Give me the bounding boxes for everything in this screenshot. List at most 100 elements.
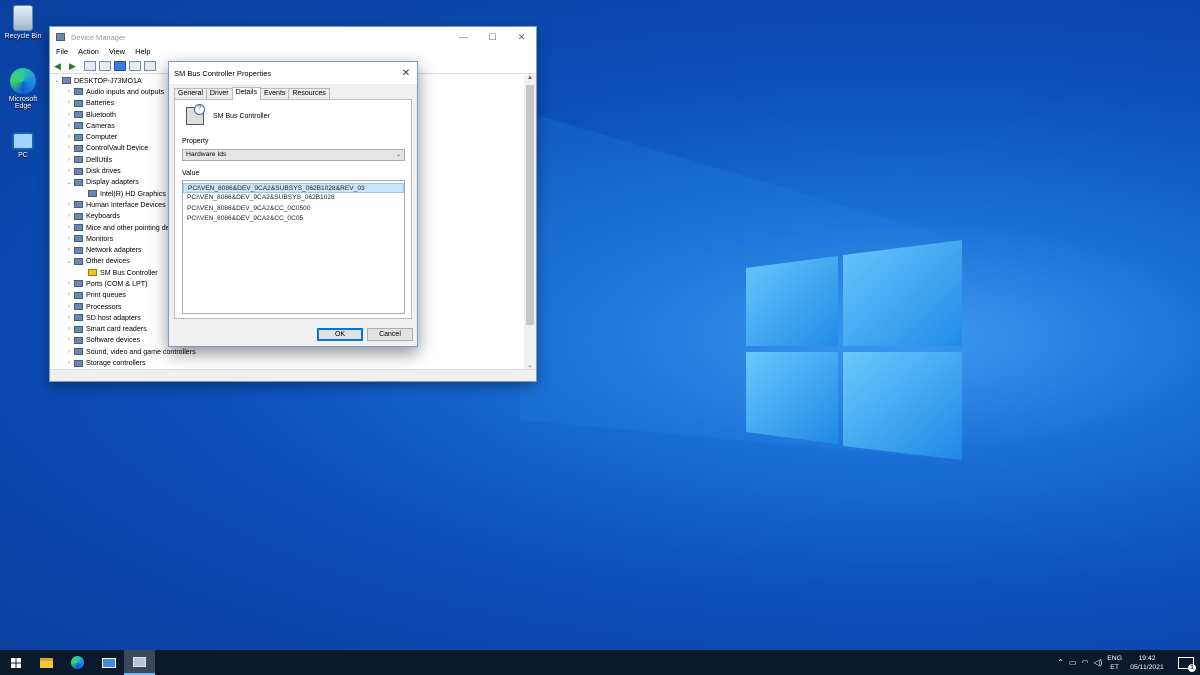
taskbar: ⌃ ▭ ◠ ◁) ENG ET 19:42 05/11/2021 1: [0, 650, 1200, 675]
chevron-right-icon[interactable]: ›: [64, 337, 74, 343]
property-dropdown[interactable]: Hardware Ids ⌄: [182, 149, 405, 161]
clock[interactable]: 19:42 05/11/2021: [1127, 654, 1167, 672]
chevron-right-icon[interactable]: ›: [64, 123, 74, 129]
mail-icon: [101, 657, 116, 668]
menu-action[interactable]: Action: [78, 47, 99, 58]
show-hide-action-pane-icon[interactable]: [129, 60, 141, 71]
desktop-icon-pc[interactable]: PC: [0, 132, 46, 159]
forward-arrow-icon[interactable]: ▶: [69, 61, 81, 71]
scroll-down-icon[interactable]: ⌄: [524, 362, 536, 369]
menu-bar: File Action View Help: [50, 47, 536, 58]
value-row[interactable]: PCI\VEN_8086&DEV_9CA2&SUBSYS_062B1028&RE…: [183, 183, 404, 194]
tree-node[interactable]: › Storage controllers: [50, 357, 526, 368]
scrollbar-thumb[interactable]: [526, 85, 534, 325]
software-device-icon: [74, 336, 83, 344]
input-language[interactable]: ENG ET: [1107, 654, 1122, 672]
dialog-titlebar[interactable]: SM Bus Controller Properties ✕: [169, 62, 417, 84]
unknown-device-icon: [186, 104, 205, 125]
start-button[interactable]: [0, 650, 31, 675]
port-icon: [74, 280, 83, 288]
smart-card-icon: [74, 325, 83, 333]
properties-icon[interactable]: [99, 60, 111, 71]
chevron-right-icon[interactable]: ›: [64, 225, 74, 231]
show-hide-console-tree-icon[interactable]: [84, 60, 96, 71]
chevron-right-icon[interactable]: ›: [64, 349, 74, 355]
property-selected-value: Hardware Ids: [186, 151, 227, 158]
dialog-close-button[interactable]: ✕: [395, 68, 417, 79]
property-label: Property: [182, 138, 209, 145]
chevron-right-icon[interactable]: ›: [64, 157, 74, 163]
device-icon: [74, 144, 83, 152]
dialog-title: SM Bus Controller Properties: [174, 68, 272, 78]
close-button[interactable]: ✕: [507, 32, 536, 43]
tab-events[interactable]: Events: [259, 88, 290, 99]
taskbar-file-explorer[interactable]: [31, 650, 62, 675]
monitor-icon[interactable]: [144, 60, 156, 71]
chevron-up-icon[interactable]: ⌃: [1057, 658, 1064, 667]
computer-icon: [74, 133, 83, 141]
chevron-right-icon[interactable]: ›: [64, 292, 74, 298]
help-icon[interactable]: [114, 60, 126, 71]
taskbar-device-manager[interactable]: [124, 650, 155, 675]
device-manager-titlebar[interactable]: Device Manager — ☐ ✕: [50, 27, 536, 47]
chevron-right-icon[interactable]: ›: [64, 145, 74, 151]
chevron-right-icon[interactable]: ›: [64, 247, 74, 253]
minimize-button[interactable]: —: [449, 32, 478, 43]
chevron-right-icon[interactable]: ›: [64, 202, 74, 208]
ok-button[interactable]: OK: [317, 328, 363, 341]
back-arrow-icon[interactable]: ◀: [54, 61, 66, 71]
tab-details[interactable]: Details: [231, 87, 261, 100]
chevron-right-icon[interactable]: ›: [64, 134, 74, 140]
properties-dialog[interactable]: SM Bus Controller Properties ✕ General D…: [168, 61, 418, 347]
disk-icon: [74, 167, 83, 175]
value-label: Value: [182, 170, 200, 177]
desktop-icon-recycle-bin[interactable]: Recycle Bin: [0, 5, 46, 40]
volume-icon[interactable]: ◁): [1093, 658, 1102, 667]
chevron-right-icon[interactable]: ›: [64, 236, 74, 242]
camera-icon: [74, 122, 83, 130]
wifi-icon[interactable]: ◠: [1081, 658, 1088, 667]
cancel-button[interactable]: Cancel: [367, 328, 413, 341]
pc-icon: [12, 132, 34, 150]
chevron-right-icon[interactable]: ›: [64, 360, 74, 366]
chevron-right-icon[interactable]: ›: [64, 213, 74, 219]
tab-driver[interactable]: Driver: [205, 88, 233, 99]
value-row[interactable]: PCI\VEN_8086&DEV_9CA2&CC_0C05: [183, 214, 404, 224]
value-list[interactable]: PCI\VEN_8086&DEV_9CA2&SUBSYS_062B1028&RE…: [182, 180, 405, 314]
menu-view[interactable]: View: [109, 47, 125, 58]
chevron-down-icon[interactable]: ⌄: [64, 258, 74, 265]
scroll-up-icon[interactable]: ▲: [524, 75, 536, 81]
tab-strip: General Driver Details Events Resources: [169, 84, 417, 100]
chevron-right-icon[interactable]: ›: [64, 112, 74, 118]
processor-icon: [74, 303, 83, 311]
chevron-right-icon[interactable]: ›: [64, 304, 74, 310]
value-row[interactable]: PCI\VEN_8086&DEV_9CA2&SUBSYS_062B1028: [183, 193, 404, 203]
notification-count: 1: [1188, 663, 1196, 672]
desktop-icon-edge[interactable]: Microsoft Edge: [0, 68, 46, 110]
taskbar-edge[interactable]: [62, 650, 93, 675]
chevron-right-icon[interactable]: ›: [64, 281, 74, 287]
tree-node[interactable]: › Sound, video and game controllers: [50, 346, 526, 357]
chevron-right-icon[interactable]: ›: [64, 326, 74, 332]
battery-icon[interactable]: ▭: [1069, 658, 1077, 667]
menu-file[interactable]: File: [56, 47, 68, 58]
maximize-button[interactable]: ☐: [478, 32, 507, 43]
value-row[interactable]: PCI\VEN_8086&DEV_9CA2&CC_0C0500: [183, 204, 404, 214]
chevron-down-icon[interactable]: ⌄: [52, 77, 62, 84]
display-adapter-icon: [74, 178, 83, 186]
tab-resources[interactable]: Resources: [288, 88, 330, 99]
vertical-scrollbar[interactable]: ▲ ⌄: [524, 75, 536, 369]
tab-general[interactable]: General: [174, 88, 207, 99]
details-panel: SM Bus Controller Property Hardware Ids …: [174, 99, 412, 319]
chevron-right-icon[interactable]: ›: [64, 89, 74, 95]
chevron-right-icon[interactable]: ›: [64, 315, 74, 321]
chevron-down-icon[interactable]: ⌄: [64, 179, 74, 186]
edge-icon: [10, 68, 36, 94]
notification-center-icon[interactable]: 1: [1178, 656, 1196, 672]
chevron-right-icon[interactable]: ›: [64, 100, 74, 106]
menu-help[interactable]: Help: [135, 47, 150, 58]
storage-icon: [74, 359, 83, 367]
display-adapter-icon: [88, 190, 97, 198]
taskbar-mail[interactable]: [93, 650, 124, 675]
chevron-right-icon[interactable]: ›: [64, 168, 74, 174]
